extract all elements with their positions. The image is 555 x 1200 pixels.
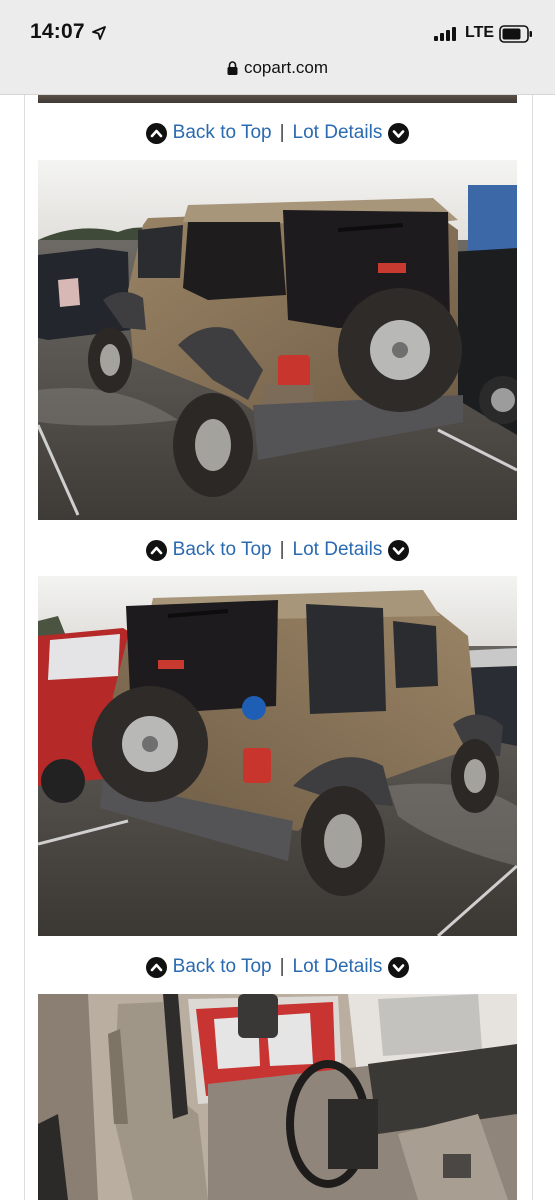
back-to-top-link[interactable]: Back to Top bbox=[173, 956, 272, 978]
lot-photo-rear-left[interactable] bbox=[38, 160, 517, 520]
chevron-down-circle-icon[interactable] bbox=[388, 539, 410, 561]
nav-separator: | bbox=[279, 539, 285, 560]
lot-details-link[interactable]: Lot Details bbox=[293, 956, 383, 978]
lock-icon bbox=[227, 61, 238, 75]
battery-icon bbox=[499, 25, 532, 43]
chevron-up-circle-icon[interactable] bbox=[145, 122, 167, 144]
lot-details-link[interactable]: Lot Details bbox=[293, 122, 383, 144]
lot-photo-interior[interactable] bbox=[38, 994, 517, 1200]
nav-separator: | bbox=[279, 122, 285, 143]
chevron-up-circle-icon[interactable] bbox=[145, 956, 167, 978]
lot-photo-previous[interactable] bbox=[38, 95, 517, 103]
back-to-top-link[interactable]: Back to Top bbox=[173, 122, 272, 144]
browser-chrome: 14:07 LTE copart.com bbox=[0, 0, 555, 95]
chevron-down-circle-icon[interactable] bbox=[388, 122, 410, 144]
url-text: copart.com bbox=[243, 58, 329, 77]
nav-separator: | bbox=[279, 956, 285, 977]
lot-photo-rear-right[interactable] bbox=[38, 576, 517, 936]
chevron-up-circle-icon[interactable] bbox=[145, 539, 167, 561]
chevron-down-circle-icon[interactable] bbox=[388, 956, 410, 978]
cellular-signal-icon bbox=[434, 27, 456, 41]
back-to-top-link[interactable]: Back to Top bbox=[173, 539, 272, 561]
photo-nav-row: Back to Top | Lot Details bbox=[0, 119, 555, 147]
address-bar[interactable]: copart.com bbox=[0, 58, 555, 78]
photo-nav-row: Back to Top | Lot Details bbox=[0, 536, 555, 564]
network-label: LTE bbox=[465, 24, 495, 41]
status-time: 14:07 bbox=[30, 20, 85, 43]
photo-nav-row: Back to Top | Lot Details bbox=[0, 953, 555, 981]
location-arrow-icon bbox=[92, 26, 106, 40]
lot-details-link[interactable]: Lot Details bbox=[293, 539, 383, 561]
